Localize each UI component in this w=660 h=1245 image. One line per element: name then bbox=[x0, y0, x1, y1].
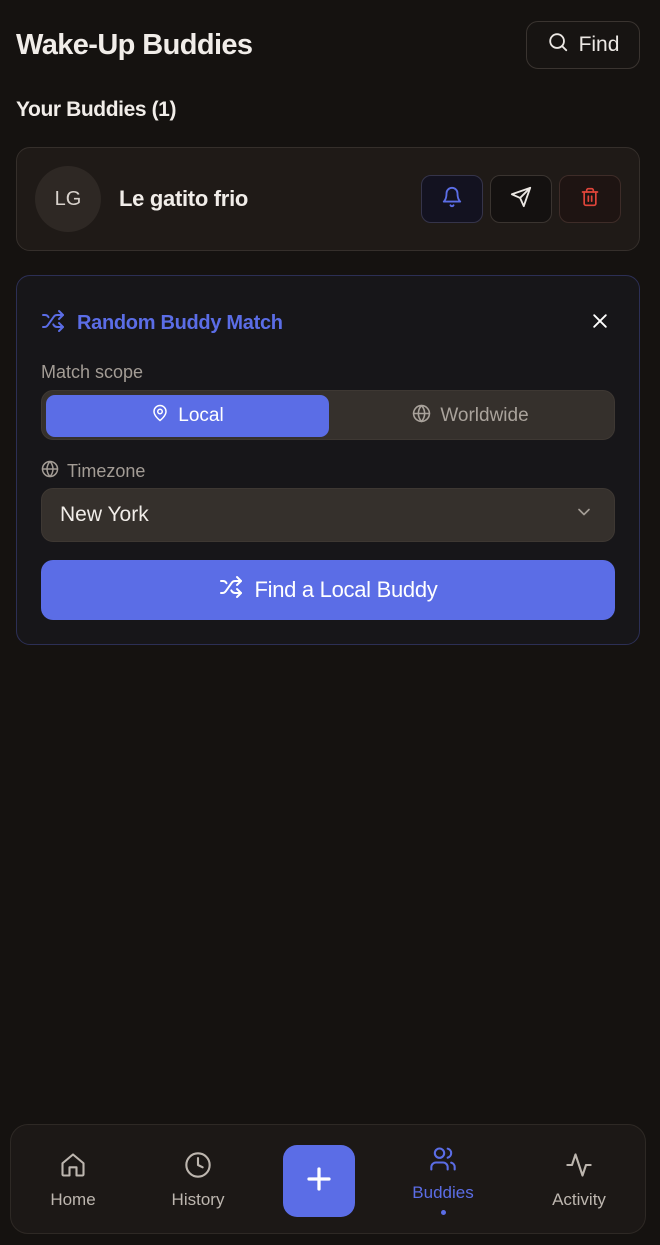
scope-local-label: Local bbox=[178, 405, 224, 426]
find-button[interactable]: Find bbox=[526, 21, 640, 69]
active-indicator bbox=[440, 1210, 446, 1215]
timezone-select[interactable]: New York bbox=[41, 488, 615, 542]
match-panel-header: Random Buddy Match bbox=[41, 308, 615, 338]
add-button[interactable] bbox=[283, 1145, 355, 1217]
match-panel-title: Random Buddy Match bbox=[77, 311, 283, 334]
nav-buddies[interactable]: Buddies bbox=[393, 1125, 493, 1235]
search-icon bbox=[547, 31, 569, 59]
nav-history-label: History bbox=[171, 1189, 225, 1209]
nudge-button[interactable] bbox=[421, 175, 483, 223]
nav-activity-label: Activity bbox=[552, 1189, 606, 1209]
timezone-label: Timezone bbox=[67, 461, 146, 481]
app-header: Wake-Up Buddies Find bbox=[16, 20, 640, 70]
globe-icon bbox=[412, 404, 431, 429]
chevron-down-icon bbox=[574, 502, 594, 528]
plus-icon bbox=[304, 1164, 334, 1199]
timezone-label-row: Timezone bbox=[41, 460, 145, 483]
nav-home-label: Home bbox=[50, 1189, 96, 1209]
trash-icon bbox=[580, 186, 600, 213]
buddies-section-title: Your Buddies (1) bbox=[16, 98, 177, 121]
bell-icon bbox=[441, 186, 463, 213]
send-message-button[interactable] bbox=[490, 175, 552, 223]
find-button-label: Find bbox=[578, 33, 620, 56]
match-scope-label: Match scope bbox=[41, 362, 144, 382]
send-icon bbox=[510, 186, 532, 213]
home-icon bbox=[59, 1151, 87, 1184]
timezone-value: New York bbox=[60, 503, 149, 526]
activity-icon bbox=[564, 1151, 594, 1184]
find-local-buddy-label: Find a Local Buddy bbox=[254, 577, 438, 602]
nav-history[interactable]: History bbox=[148, 1125, 248, 1235]
scope-worldwide-label: Worldwide bbox=[440, 405, 529, 426]
nav-buddies-label: Buddies bbox=[412, 1183, 474, 1202]
shuffle-icon bbox=[41, 309, 65, 338]
wake-up-buddies-screen: Wake-Up Buddies Find Your Buddies (1) LG… bbox=[0, 0, 660, 1245]
map-pin-icon bbox=[151, 404, 169, 428]
find-local-buddy-button[interactable]: Find a Local Buddy bbox=[41, 560, 615, 620]
nav-activity[interactable]: Activity bbox=[529, 1125, 629, 1235]
buddy-name: Le gatito frio bbox=[119, 186, 249, 211]
random-buddy-match-panel: Random Buddy Match Match scope Local Wor… bbox=[16, 275, 640, 645]
users-icon bbox=[428, 1145, 458, 1178]
shuffle-icon bbox=[219, 575, 243, 605]
remove-buddy-button[interactable] bbox=[559, 175, 621, 223]
close-icon bbox=[590, 311, 610, 336]
page-title: Wake-Up Buddies bbox=[16, 28, 253, 61]
buddy-actions bbox=[421, 175, 621, 223]
close-button[interactable] bbox=[585, 308, 615, 338]
match-scope-toggle: Local Worldwide bbox=[41, 390, 615, 440]
clock-icon bbox=[184, 1151, 212, 1184]
nav-home[interactable]: Home bbox=[23, 1125, 123, 1235]
scope-local-option[interactable]: Local bbox=[46, 395, 329, 437]
buddy-card: LG Le gatito frio bbox=[16, 147, 640, 251]
globe-icon bbox=[41, 460, 59, 483]
scope-worldwide-option[interactable]: Worldwide bbox=[329, 395, 612, 437]
bottom-nav: Home History Buddies Activity bbox=[10, 1124, 646, 1234]
avatar: LG bbox=[35, 166, 101, 232]
